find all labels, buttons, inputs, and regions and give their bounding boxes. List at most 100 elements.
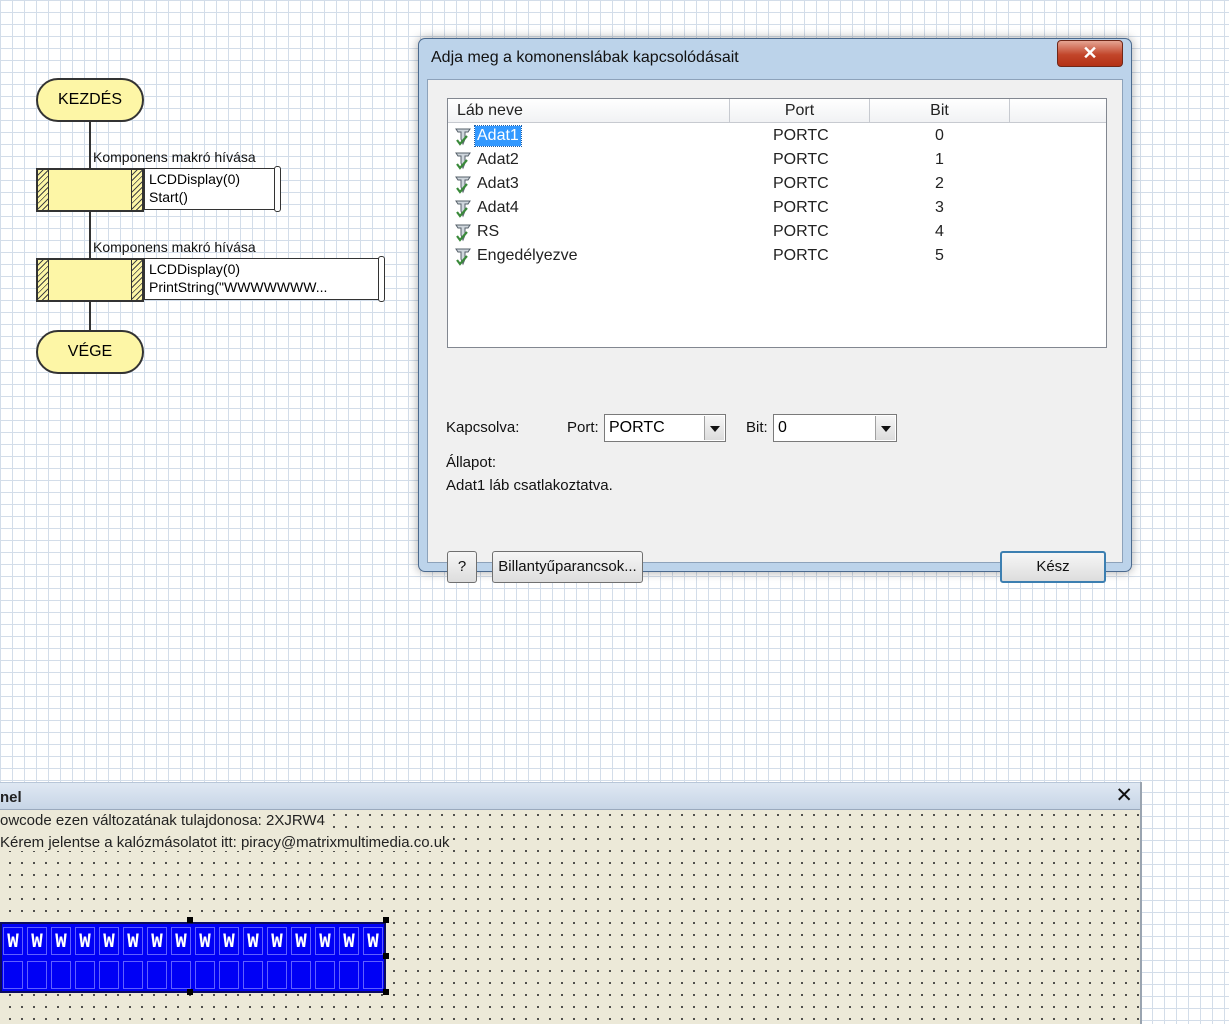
done-button[interactable]: Kész: [1000, 551, 1106, 583]
chevron-down-icon[interactable]: [875, 416, 895, 440]
lcd-character-cell: W: [315, 927, 335, 955]
connected-label: Kapcsolva:: [446, 419, 520, 436]
bit-select[interactable]: 0: [773, 414, 897, 442]
macro-stripe-left: [38, 260, 49, 300]
status-label: Állapot:: [446, 454, 497, 471]
dialog-body: Láb neve Port Bit Adat1 PORTC 0 Adat2 PORTC 1…: [427, 79, 1123, 583]
pin-row[interactable]: Adat3 PORTC 2: [448, 172, 1106, 196]
column-pin-name[interactable]: Láb neve: [448, 99, 730, 123]
pin-list-header: Láb neve Port Bit: [448, 99, 1106, 123]
column-label: Láb neve: [457, 102, 523, 119]
keyboard-shortcuts-button[interactable]: Billantyűparancsok...: [492, 551, 643, 583]
macro-call-block[interactable]: [36, 168, 144, 212]
bit-label: Bit:: [746, 419, 768, 436]
pin-port: PORTC: [773, 175, 829, 192]
chevron-down-icon[interactable]: [704, 416, 724, 440]
port-select[interactable]: PORTC: [604, 414, 726, 442]
pin-row[interactable]: Adat4 PORTC 3: [448, 196, 1106, 220]
macro-comment-line1: LCDDisplay(0): [149, 171, 241, 187]
column-filler: [1010, 99, 1106, 123]
selection-handle[interactable]: [383, 953, 389, 959]
help-button[interactable]: ?: [447, 551, 477, 583]
bit-select-value: 0: [778, 419, 787, 436]
flow-connector: [89, 302, 91, 330]
dialog-close-button[interactable]: ✕: [1057, 40, 1123, 67]
column-port[interactable]: Port: [730, 99, 870, 123]
pin-bit: 4: [935, 223, 944, 240]
lcd-character-cell: [75, 961, 95, 989]
help-button-label: ?: [457, 558, 467, 575]
lcd-character-cell: W: [147, 927, 167, 955]
license-owner-text: owcode ezen változatának tulajdonosa: 2X…: [0, 812, 325, 829]
selection-handle[interactable]: [383, 989, 389, 995]
pin-row[interactable]: Engedélyezve PORTC 5: [448, 244, 1106, 268]
column-label: Port: [784, 102, 815, 119]
macro-call-title: Komponens makró hívása: [93, 149, 256, 165]
macro-stripe-right: [131, 260, 142, 300]
pin-list-rows: Adat1 PORTC 0 Adat2 PORTC 1 Adat3 PORTC 2 Adat4 PO…: [448, 124, 1106, 268]
panel-title: nel: [0, 789, 22, 806]
start-terminal[interactable]: KEZDÉS: [36, 78, 144, 122]
pin-name: RS: [477, 223, 500, 240]
pin-name: Adat4: [477, 199, 519, 216]
lcd-character-cell: [243, 961, 263, 989]
lcd-character-cell: [3, 961, 23, 989]
pin-name: Adat1: [474, 125, 522, 147]
close-icon: ✕: [1082, 43, 1098, 63]
flow-connector: [89, 212, 91, 258]
lcd-character-cell: [315, 961, 335, 989]
lcd-character-cell: [123, 961, 143, 989]
flow-connector: [89, 122, 91, 168]
pin-connections-dialog: Adja meg a komonenslábak kapcsolódásait …: [418, 38, 1132, 583]
macro-comment-line1: LCDDisplay(0): [149, 261, 241, 277]
start-label: KEZDÉS: [57, 91, 122, 108]
lcd-character-cell: [291, 961, 311, 989]
pin-icon: [455, 128, 471, 146]
selection-handle[interactable]: [187, 917, 193, 923]
pin-port: PORTC: [773, 151, 829, 168]
lcd-character-cell: W: [51, 927, 71, 955]
lcd-character-cell: [267, 961, 287, 989]
pin-name: Adat3: [477, 175, 519, 192]
column-bit[interactable]: Bit: [870, 99, 1010, 123]
close-icon[interactable]: ✕: [1115, 785, 1133, 807]
pin-icon: [455, 224, 471, 242]
macro-call-block[interactable]: [36, 258, 144, 302]
selection-handle[interactable]: [383, 917, 389, 923]
status-text: Adat1 láb csatlakoztatva.: [446, 477, 613, 494]
pin-row[interactable]: RS PORTC 4: [448, 220, 1106, 244]
macro-stripe-right: [131, 170, 142, 210]
lcd-character-cell: W: [219, 927, 239, 955]
port-label: Port:: [567, 419, 599, 436]
pin-bit: 3: [935, 199, 944, 216]
lcd-character-cell: [363, 961, 383, 989]
end-terminal[interactable]: VÉGE: [36, 330, 144, 374]
dialog-title: Adja meg a komonenslábak kapcsolódásait: [431, 49, 739, 66]
pin-row[interactable]: Adat2 PORTC 1: [448, 148, 1106, 172]
lcd-character-cell: W: [99, 927, 119, 955]
pin-row[interactable]: Adat1 PORTC 0: [448, 124, 1106, 148]
pin-port: PORTC: [773, 247, 829, 264]
pin-icon: [455, 176, 471, 194]
selection-handle[interactable]: [187, 989, 193, 995]
pin-list[interactable]: Láb neve Port Bit Adat1 PORTC 0 Adat2 PORTC 1…: [447, 98, 1107, 348]
shortcuts-button-label: Billantyűparancsok...: [498, 558, 637, 575]
lcd-character-cell: W: [267, 927, 287, 955]
pin-bit: 0: [935, 127, 944, 144]
lcd-character-cell: [27, 961, 47, 989]
macro-comment-line2: Start(): [149, 189, 188, 205]
macro-stripe-left: [38, 170, 49, 210]
pin-name: Adat2: [477, 151, 519, 168]
lcd-character-cell: W: [27, 927, 47, 955]
component-panel: nel ✕ owcode ezen változatának tulajdono…: [0, 782, 1142, 1024]
end-label: VÉGE: [67, 343, 113, 360]
pin-bit: 2: [935, 175, 944, 192]
macro-call-comment: LCDDisplay(0) Start(): [144, 168, 276, 210]
lcd-character-cell: W: [75, 927, 95, 955]
done-button-label: Kész: [1036, 558, 1070, 575]
lcd-character-cell: [147, 961, 167, 989]
lcd-character-cell: W: [195, 927, 215, 955]
lcd-character-cell: [219, 961, 239, 989]
lcd-display[interactable]: WWWWWWWWWWWWWWWW: [0, 922, 386, 993]
lcd-character-cell: [99, 961, 119, 989]
